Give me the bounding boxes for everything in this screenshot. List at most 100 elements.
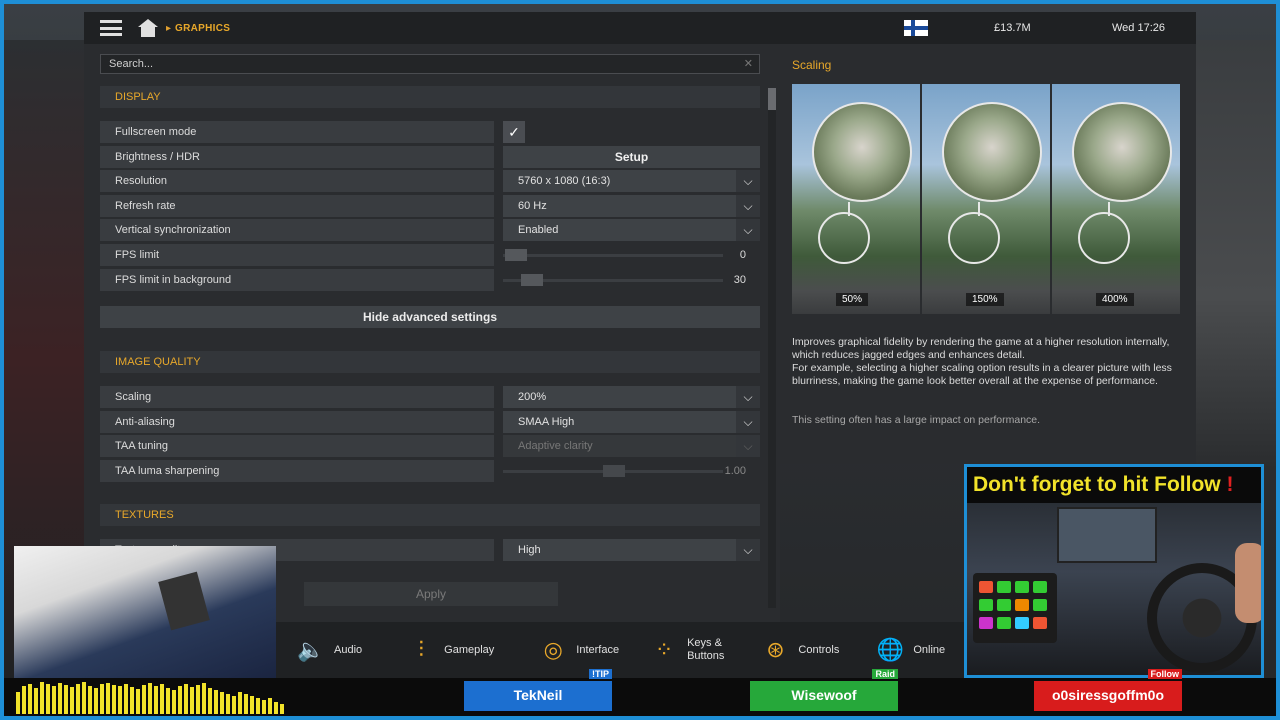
setting-label: Fullscreen mode — [100, 121, 494, 143]
fullscreen-checkbox[interactable]: ✓ — [503, 121, 525, 143]
speaker-icon: 🔈 — [297, 637, 325, 662]
setting-scaling: Scaling 200% ⌵ — [100, 386, 760, 408]
visualizer-bar — [40, 682, 44, 714]
clear-search-icon[interactable]: ✕ — [744, 57, 753, 70]
fps-bg-slider[interactable]: 30 — [503, 269, 760, 291]
slider-thumb[interactable] — [521, 274, 543, 286]
menu-icon[interactable] — [100, 20, 122, 36]
game-background-right — [1195, 40, 1276, 470]
nav-controls[interactable]: ⊛ Controls — [760, 636, 839, 664]
finland-flag-icon — [904, 20, 928, 36]
slider-value: 30 — [733, 274, 746, 286]
info-description: Improves graphical fidelity by rendering… — [792, 336, 1184, 388]
visualizer-bar — [256, 698, 260, 714]
visualizer-bar — [250, 696, 254, 714]
setting-label: Resolution — [100, 170, 494, 192]
nav-interface[interactable]: ◎ Interface — [538, 636, 619, 664]
scaling-preview: 50% 150% 400% — [792, 84, 1180, 314]
tag-label: Raid — [872, 669, 898, 679]
visualizer-bar — [136, 689, 140, 714]
visualizer-bar — [76, 684, 80, 714]
visualizer-bar — [52, 686, 56, 714]
setting-fullscreen: Fullscreen mode ✓ — [100, 121, 760, 143]
nav-online[interactable]: 🌐 Online — [875, 636, 946, 664]
resolution-dropdown[interactable]: 5760 x 1080 (16:3) ⌵ — [503, 170, 760, 192]
nav-label: Keys & Buttons — [687, 637, 725, 662]
visualizer-bar — [28, 684, 32, 714]
nav-keys-buttons[interactable]: ⁘ Keys & Buttons — [649, 636, 725, 664]
visualizer-bar — [280, 704, 284, 714]
setting-anti-aliasing: Anti-aliasing SMAA High ⌵ — [100, 411, 760, 433]
visualizer-bar — [16, 692, 20, 714]
setup-button[interactable]: Setup — [503, 146, 760, 168]
follow-banner: Don't forget to hit Follow ! — [967, 467, 1261, 503]
visualizer-bar — [94, 688, 98, 714]
visualizer-bar — [34, 688, 38, 714]
game-clock: Wed 17:26 — [1112, 22, 1166, 34]
taa-tuning-dropdown: Adaptive clarity ⌵ — [503, 435, 760, 457]
raid-tag: Wisewoof Raid — [750, 669, 898, 711]
setting-taa-tuning: TAA tuning Adaptive clarity ⌵ — [100, 435, 760, 457]
home-icon[interactable] — [138, 19, 158, 37]
scaling-dropdown[interactable]: 200% ⌵ — [503, 386, 760, 408]
preview-label: 400% — [1096, 293, 1134, 306]
hide-advanced-settings-button[interactable]: Hide advanced settings — [100, 306, 760, 328]
performance-note: This setting often has a large impact on… — [792, 414, 1041, 426]
chevron-down-icon[interactable]: ⌵ — [736, 195, 760, 217]
chevron-down-icon[interactable]: ⌵ — [736, 219, 760, 241]
follow-tag: o0siressgoffm0o Follow — [1034, 669, 1182, 711]
visualizer-bar — [160, 684, 164, 714]
nav-label: Interface — [576, 643, 620, 656]
webcam-scene — [967, 503, 1261, 675]
refresh-rate-dropdown[interactable]: 60 Hz ⌵ — [503, 195, 760, 217]
visualizer-bar — [166, 688, 170, 714]
apply-button[interactable]: Apply — [304, 582, 558, 606]
tag-label: Follow — [1147, 669, 1182, 679]
visualizer-bar — [262, 700, 266, 714]
webcam-pedals — [14, 546, 276, 680]
scrollbar[interactable] — [768, 88, 776, 608]
chevron-down-icon: ⌵ — [736, 435, 760, 457]
preview-pane: 150% — [922, 84, 1050, 314]
scroll-thumb[interactable] — [768, 88, 776, 110]
search-input[interactable]: Search... ✕ — [100, 54, 760, 74]
setting-label: FPS limit — [100, 244, 494, 266]
taa-luma-slider: 1.00 — [503, 460, 760, 482]
visualizer-bar — [58, 683, 62, 714]
fps-limit-slider[interactable]: 0 — [503, 244, 760, 266]
nav-label: Online — [913, 643, 946, 656]
visualizer-bar — [196, 685, 200, 714]
visualizer-bar — [22, 686, 26, 714]
top-bar: ▸ GRAPHICS £13.7M Wed 17:26 — [84, 12, 1196, 44]
nav-label: Gameplay — [444, 643, 495, 656]
category-nav: 🔈 Audio ⫶ Gameplay ◎ Interface ⁘ Keys & … — [276, 622, 966, 678]
visualizer-bar — [100, 684, 104, 714]
visualizer-bar — [124, 684, 128, 714]
setting-label: Scaling — [100, 386, 494, 408]
chevron-down-icon[interactable]: ⌵ — [736, 386, 760, 408]
nav-audio[interactable]: 🔈 Audio — [296, 636, 362, 664]
setting-label: Refresh rate — [100, 195, 494, 217]
sliders-icon: ⫶ — [418, 637, 424, 662]
visualizer-bar — [130, 687, 134, 714]
chevron-down-icon[interactable]: ⌵ — [736, 539, 760, 561]
setting-resolution: Resolution 5760 x 1080 (16:3) ⌵ — [100, 170, 760, 192]
chevron-down-icon[interactable]: ⌵ — [736, 170, 760, 192]
breadcrumb[interactable]: GRAPHICS — [175, 23, 230, 34]
vsync-dropdown[interactable]: Enabled ⌵ — [503, 219, 760, 241]
preview-pane: 50% — [792, 84, 920, 314]
slider-thumb[interactable] — [505, 249, 527, 261]
nav-label: Audio — [334, 643, 363, 656]
nav-gameplay[interactable]: ⫶ Gameplay — [406, 636, 494, 664]
setting-label: Brightness / HDR — [100, 146, 494, 168]
texture-quality-dropdown[interactable]: High ⌵ — [503, 539, 760, 561]
info-title: Scaling — [792, 58, 832, 72]
visualizer-bar — [148, 683, 152, 714]
slider-value: 0 — [739, 249, 746, 261]
audio-visualizer — [16, 680, 284, 714]
cursor-icon: ◎ — [543, 637, 563, 662]
visualizer-bar — [70, 687, 74, 714]
chevron-down-icon[interactable]: ⌵ — [736, 411, 760, 433]
anti-aliasing-dropdown[interactable]: SMAA High ⌵ — [503, 411, 760, 433]
section-image-quality: IMAGE QUALITY — [100, 351, 760, 373]
